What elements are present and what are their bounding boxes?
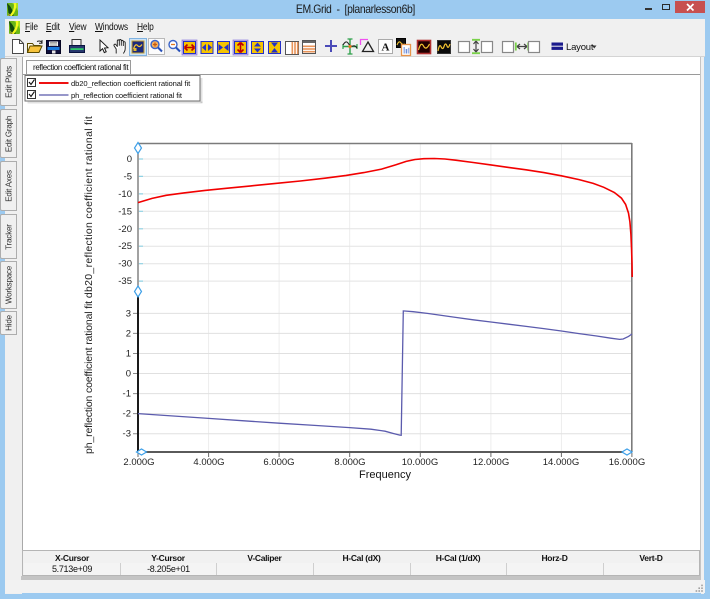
svg-text:A: A: [382, 42, 390, 54]
svg-text:Layout: Layout: [566, 42, 594, 53]
